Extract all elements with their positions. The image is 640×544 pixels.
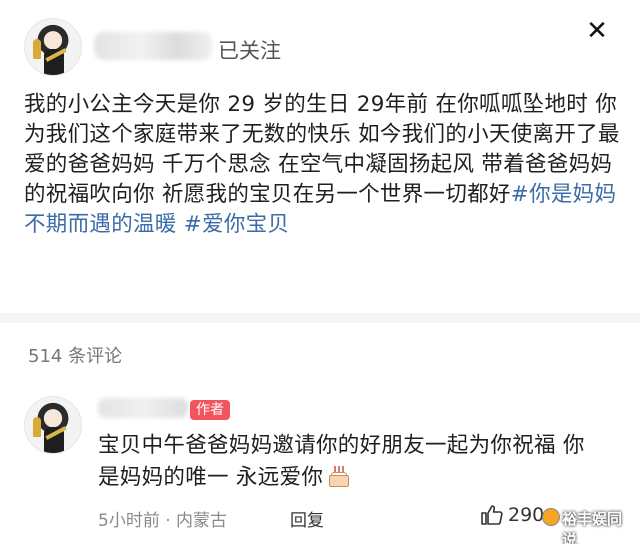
post-header: 已关注 ✕ (24, 18, 624, 84)
reply-button[interactable]: 回复 (290, 506, 324, 531)
hashtag-link[interactable]: #爱你宝贝 (184, 212, 290, 237)
section-divider (0, 313, 640, 323)
birthday-cake-icon (327, 465, 351, 487)
watermark-text: 裕丰娱同说 (562, 510, 623, 544)
follow-status[interactable]: 已关注 (218, 35, 281, 65)
comment-item: 作者 宝贝中午爸爸妈妈邀请你的好朋友一起为你祝福 你是妈妈的唯一 永远爱你 5小… (24, 396, 624, 544)
author-badge: 作者 (190, 400, 230, 420)
comment-meta: 5小时前 · 内蒙古 (98, 511, 228, 531)
comment-text: 宝贝中午爸爸妈妈邀请你的好朋友一起为你祝福 你是妈妈的唯一 永远爱你 (98, 430, 598, 494)
blurred-username[interactable] (94, 32, 212, 60)
blurred-commenter-name[interactable] (98, 398, 188, 418)
thumbs-up-icon (481, 505, 503, 525)
author-avatar[interactable] (24, 18, 82, 76)
comment-count: 514 条评论 (28, 346, 123, 367)
like-button[interactable]: 290 (480, 502, 544, 528)
trophy-icon (33, 39, 41, 59)
trophy-icon (33, 417, 41, 437)
close-icon[interactable]: ✕ (584, 18, 610, 44)
watermark-logo-icon (542, 508, 560, 526)
post-body: 我的小公主今天是你 29 岁的生日 29年前 在你呱呱坠地时 你为我们这个家庭带… (24, 90, 624, 240)
commenter-avatar[interactable] (24, 396, 82, 454)
like-count: 290 (508, 504, 545, 526)
